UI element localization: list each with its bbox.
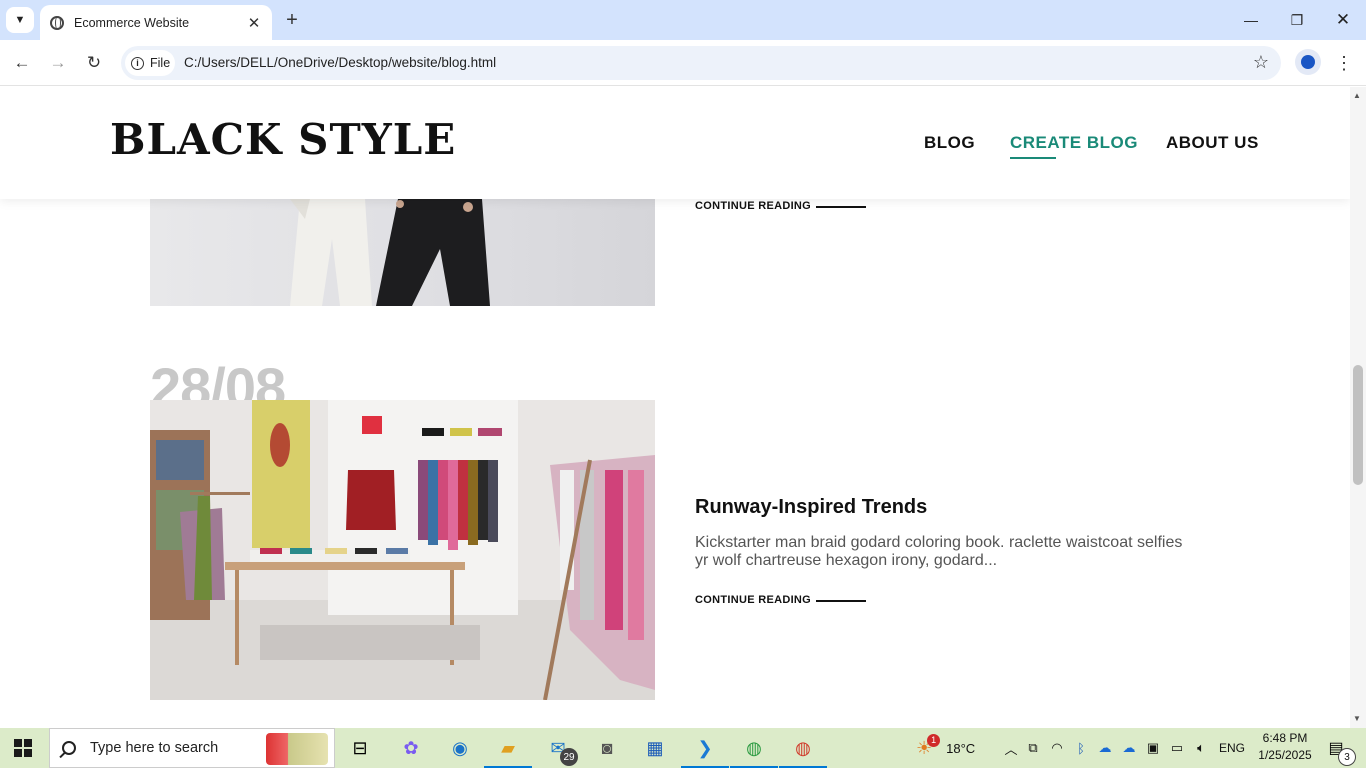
meet-now-icon[interactable]: ⧉ — [1021, 740, 1045, 756]
copilot-icon[interactable]: ✿ — [397, 734, 425, 762]
nav-link-create-blog[interactable]: CREATE BLOG — [1010, 133, 1138, 159]
temperature: 18°C — [946, 740, 976, 756]
site-header: BLACK STYLE BLOG CREATE BLOG ABOUT US — [0, 87, 1350, 199]
weather-icon: ☀ 1 — [916, 733, 941, 759]
browser-toolbar: ← → ↻ i File C:/Users/DELL/OneDrive/Desk… — [0, 40, 1366, 86]
edge-browser-icon[interactable]: ◉ — [446, 734, 474, 762]
microsoft-store-icon[interactable]: ▦ — [641, 734, 669, 762]
onedrive-icon[interactable]: ☁ — [1093, 740, 1117, 756]
tab-search-button[interactable]: ▼ — [6, 7, 34, 33]
windows-start-icon[interactable] — [14, 739, 32, 757]
vscode-icon[interactable]: ❯ — [681, 734, 729, 768]
notifications-icon[interactable]: ▤ 3 — [1322, 734, 1356, 766]
task-view-icon[interactable]: ⊟ — [346, 734, 374, 762]
clock-date: 1/25/2025 — [1258, 748, 1312, 762]
forward-button[interactable]: → — [44, 49, 72, 77]
mail-icon[interactable]: ✉ 29 — [544, 734, 578, 766]
person-icon — [1301, 55, 1315, 69]
chrome-icon[interactable]: ◍ — [779, 734, 827, 768]
volume-icon[interactable]: 🔈︎ — [1189, 740, 1213, 756]
clock-time: 6:48 PM — [1262, 731, 1308, 745]
post-image-clothing-store[interactable] — [150, 400, 655, 700]
weather-alert-badge: 1 — [927, 733, 941, 747]
nav-link-about-us[interactable]: ABOUT US — [1166, 133, 1259, 153]
browser-menu-icon[interactable]: ⋮ — [1334, 49, 1354, 77]
post-title[interactable]: Runway-Inspired Trends — [695, 496, 927, 519]
continue-reading-link[interactable]: CONTINUE READING — [695, 200, 867, 212]
search-highlight-image — [266, 733, 328, 765]
continue-reading-link[interactable]: CONTINUE READING — [695, 594, 867, 606]
notification-count: 3 — [1338, 748, 1356, 766]
mail-badge: 29 — [560, 748, 578, 766]
search-placeholder: Type here to search — [90, 740, 219, 756]
taskbar-clock[interactable]: 6:48 PM 1/25/2025 — [1250, 730, 1320, 764]
address-bar[interactable]: i File C:/Users/DELL/OneDrive/Desktop/we… — [121, 46, 1281, 80]
globe-icon — [50, 15, 64, 30]
models-illustration — [290, 199, 490, 306]
site-info-label: File — [150, 56, 171, 70]
close-tab-icon[interactable]: ✕ — [244, 13, 264, 33]
scroll-up-arrow-icon[interactable]: ▲ — [1353, 91, 1361, 100]
store-illustration — [150, 400, 655, 700]
battery-icon[interactable]: ▭ — [1165, 740, 1189, 756]
site-logo[interactable]: BLACK STYLE — [110, 115, 456, 164]
bookmark-star-icon[interactable]: ☆ — [1253, 52, 1269, 73]
input-language[interactable]: ENG — [1219, 728, 1245, 768]
camera-icon[interactable]: ◙ — [593, 734, 621, 762]
restore-button[interactable]: ❐ — [1274, 8, 1320, 32]
nav-link-blog[interactable]: BLOG — [924, 133, 975, 153]
onedrive-sync-icon[interactable]: ☁ — [1117, 740, 1141, 756]
post-image-fashion-models[interactable] — [150, 199, 655, 306]
info-icon: i — [131, 56, 144, 70]
bluetooth-icon[interactable]: ᛒ — [1069, 741, 1093, 756]
url-text[interactable]: C:/Users/DELL/OneDrive/Desktop/website/b… — [184, 55, 496, 70]
close-window-button[interactable]: ✕ — [1320, 8, 1366, 32]
windows-taskbar: Type here to search ⊟ ✿ ◉ ▰ ✉ 29 ◙ ▦ ❯ ◍ … — [0, 728, 1366, 768]
tab-title: Ecommerce Website — [74, 15, 190, 30]
minimize-button[interactable]: — — [1228, 8, 1274, 32]
active-tab[interactable]: Ecommerce Website ✕ — [40, 5, 272, 40]
scroll-down-arrow-icon[interactable]: ▼ — [1353, 714, 1361, 723]
page-scrollbar[interactable]: ▲ ▼ — [1350, 87, 1366, 728]
browser-tab-strip: ▼ Ecommerce Website ✕ + — ❐ ✕ — [0, 0, 1366, 40]
taskbar-search-box[interactable]: Type here to search — [49, 728, 335, 768]
chrome-profile-icon[interactable]: ◍ — [730, 734, 778, 768]
storage-icon[interactable]: ▣ — [1141, 740, 1165, 756]
wifi-icon[interactable]: ◠ — [1045, 740, 1069, 756]
post-excerpt: Kickstarter man braid godard coloring bo… — [695, 534, 1183, 569]
weather-widget[interactable]: ☀ 1 18°C — [916, 728, 975, 768]
system-tray-icons: ︿ ⧉ ◠ ᛒ ☁ ☁ ▣ ▭ 🔈︎ — [1001, 728, 1213, 768]
back-button[interactable]: ← — [8, 49, 36, 77]
reload-button[interactable]: ↻ — [80, 49, 108, 77]
scrollbar-thumb[interactable] — [1353, 365, 1363, 485]
show-hidden-icons-chevron-icon[interactable]: ︿ — [1001, 739, 1021, 758]
file-explorer-icon[interactable]: ▰ — [484, 734, 532, 768]
search-icon — [62, 741, 76, 755]
page-viewport: BLACK STYLE BLOG CREATE BLOG ABOUT US CO… — [0, 87, 1350, 728]
profile-avatar[interactable] — [1295, 49, 1321, 75]
new-tab-button[interactable]: + — [281, 9, 303, 31]
site-info-chip[interactable]: i File — [125, 50, 175, 76]
